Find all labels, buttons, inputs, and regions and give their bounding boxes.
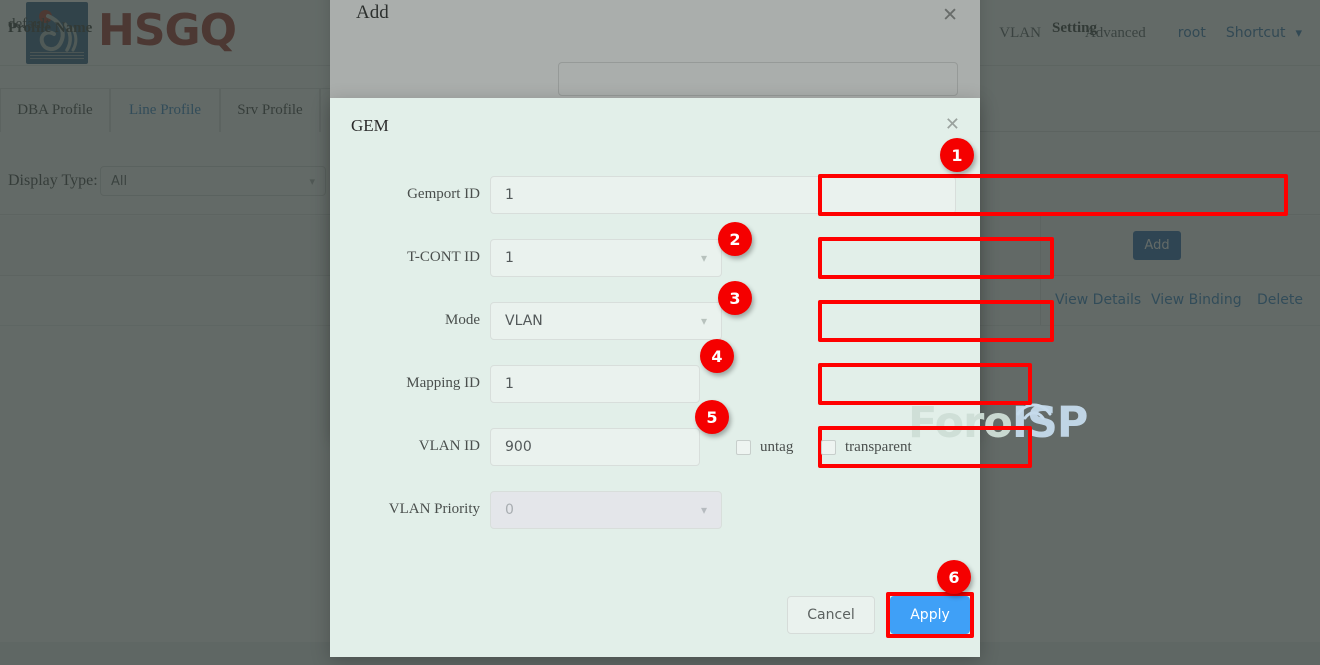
label-mode: Mode [330, 312, 480, 329]
value-gemport-id: 1 [505, 187, 514, 203]
input-vlan-id[interactable]: 900 [490, 428, 700, 466]
checkbox-untag[interactable]: untag [736, 439, 793, 456]
label-gemport-id: Gemport ID [330, 186, 480, 203]
checkbox-box-icon [821, 440, 836, 455]
value-mapping-id: 1 [505, 376, 514, 392]
field-row-mode: Mode VLAN ▾ [330, 302, 980, 342]
step-badge-1: 1 [940, 138, 974, 172]
field-row-tcont-id: T-CONT ID 1 ▾ [330, 239, 980, 279]
gem-modal: GEM ✕ ForoISP Gemport ID 1 1 T-CONT ID 1… [330, 98, 980, 657]
label-vlan-priority: VLAN Priority [330, 501, 480, 518]
label-mapping-id: Mapping ID [330, 375, 480, 392]
step-badge-2: 2 [718, 222, 752, 256]
value-vlan-id: 900 [505, 439, 532, 455]
step-badge-4: 4 [700, 339, 734, 373]
checkbox-box-icon [736, 440, 751, 455]
step-badge-5: 5 [695, 400, 729, 434]
chevron-down-icon: ▾ [701, 503, 707, 517]
apply-button[interactable]: Apply [890, 596, 970, 634]
label-vlan-id: VLAN ID [330, 438, 480, 455]
value-tcont-id: 1 [505, 250, 514, 266]
field-row-vlan-priority: VLAN Priority 0 ▾ [330, 491, 980, 531]
select-tcont-id[interactable]: 1 ▾ [490, 239, 722, 277]
value-vlan-priority: 0 [505, 502, 514, 518]
checkbox-transparent[interactable]: transparent [821, 439, 912, 456]
input-gemport-id[interactable]: 1 [490, 176, 956, 214]
step-badge-3: 3 [718, 281, 752, 315]
value-mode: VLAN [505, 313, 543, 329]
gem-modal-title: GEM [351, 116, 389, 136]
chevron-down-icon: ▾ [701, 251, 707, 265]
checkbox-transparent-label: transparent [845, 439, 912, 456]
field-row-mapping-id: Mapping ID 1 [330, 365, 980, 405]
select-mode[interactable]: VLAN ▾ [490, 302, 722, 340]
chevron-down-icon: ▾ [701, 314, 707, 328]
close-icon[interactable]: ✕ [945, 116, 960, 134]
field-row-gemport-id: Gemport ID 1 [330, 176, 980, 216]
select-vlan-priority: 0 ▾ [490, 491, 722, 529]
step-badge-6: 6 [937, 560, 971, 594]
input-mapping-id[interactable]: 1 [490, 365, 700, 403]
label-tcont-id: T-CONT ID [330, 249, 480, 266]
checkbox-untag-label: untag [760, 439, 793, 456]
screenshot-root: HSGQ VLAN Advanced root Shortcut ▾ DBA P… [0, 0, 1320, 665]
cancel-button[interactable]: Cancel [787, 596, 875, 634]
